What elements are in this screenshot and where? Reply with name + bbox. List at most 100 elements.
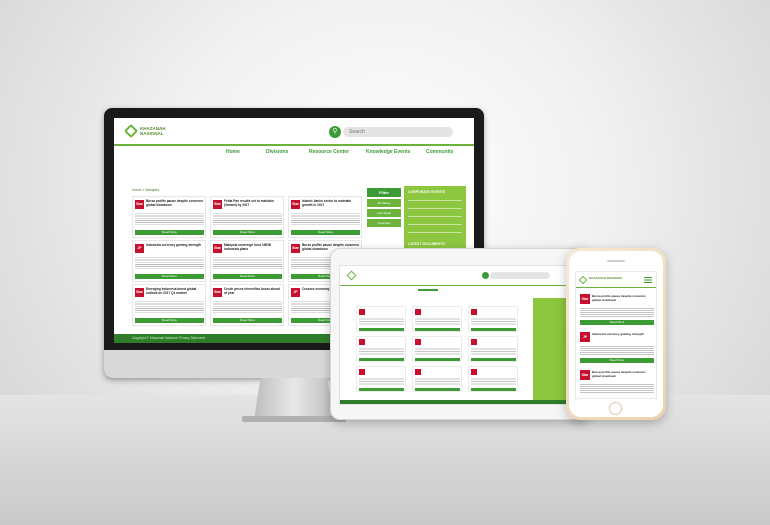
news-card[interactable] — [412, 336, 462, 362]
news-source-badge: Star — [580, 370, 590, 380]
news-source-badge: Star — [291, 200, 300, 209]
news-source-badge — [471, 309, 477, 315]
nav-home[interactable]: Home — [226, 149, 240, 155]
read-more-button[interactable]: Read More — [580, 358, 654, 363]
news-excerpt — [135, 256, 204, 270]
news-excerpt — [359, 317, 404, 326]
read-more-button[interactable]: Read More — [291, 230, 360, 235]
event-row[interactable] — [408, 200, 462, 201]
read-more-button[interactable] — [359, 358, 404, 361]
search-bar[interactable] — [482, 272, 550, 279]
read-more-button[interactable]: Read More — [135, 230, 204, 235]
nav-active-indicator — [418, 289, 438, 291]
search-icon[interactable] — [482, 272, 489, 279]
news-title[interactable]: Malaysia sovereign fund 1MDB Indonesia p… — [224, 243, 282, 251]
news-excerpt — [415, 317, 460, 326]
news-card[interactable]: Star Emerging Indonesia boost global out… — [132, 284, 206, 326]
news-card[interactable] — [356, 366, 406, 392]
read-more-button[interactable] — [359, 388, 404, 391]
imac-stand — [254, 378, 334, 420]
event-row[interactable] — [408, 216, 462, 217]
news-title[interactable]: Emerging Indonesia boost global outlook … — [146, 287, 204, 295]
news-card[interactable]: JP Indonesia currency gaining strength R… — [132, 240, 206, 282]
search-icon[interactable]: ⚲ — [329, 126, 341, 138]
news-source-badge: JP — [291, 288, 300, 297]
nav-divisions[interactable]: Divisions — [266, 149, 288, 155]
filter-option[interactable]: All Status — [367, 199, 401, 207]
news-card[interactable] — [468, 366, 518, 392]
news-card[interactable]: Star Felda Pan results set to maintain (… — [210, 196, 284, 238]
news-card[interactable]: Star Islamic banks sector to maintain gr… — [288, 196, 362, 238]
news-source-badge: Star — [135, 288, 144, 297]
read-more-button[interactable] — [415, 388, 460, 391]
news-card[interactable] — [412, 366, 462, 392]
filter-option[interactable]: Yesterday — [367, 219, 401, 227]
phone-home-button[interactable] — [609, 402, 622, 415]
read-more-button[interactable] — [415, 358, 460, 361]
filter-option[interactable]: Last Week — [367, 209, 401, 217]
news-title[interactable]: Bursa profits pause despite concerns glo… — [592, 294, 654, 302]
read-more-button[interactable] — [471, 358, 516, 361]
read-more-button[interactable] — [415, 328, 460, 331]
filter-panel: Filter All Status Last Week Yesterday — [367, 188, 401, 227]
event-row[interactable] — [408, 224, 462, 225]
read-more-button[interactable]: Read More — [213, 274, 282, 279]
news-card[interactable]: Star Malaysia sovereign fund 1MDB Indone… — [210, 240, 284, 282]
news-source-badge — [415, 339, 421, 345]
news-excerpt — [135, 300, 204, 314]
filter-button[interactable]: Filter — [367, 188, 401, 197]
news-title[interactable]: Islamic banks sector to maintain growth … — [302, 199, 360, 207]
news-excerpt — [471, 347, 516, 356]
news-source-badge: Star — [291, 244, 300, 253]
event-row[interactable] — [408, 232, 462, 233]
news-source-badge: Star — [135, 200, 144, 209]
news-card[interactable] — [468, 306, 518, 332]
news-excerpt — [291, 212, 360, 226]
search-input[interactable] — [343, 127, 453, 137]
nav-knowledge-events[interactable]: Knowledge Events — [366, 149, 410, 155]
logo-text[interactable]: KHAZANAH NASIONAL — [140, 126, 180, 136]
news-title[interactable]: Bursa profits pause despite concerns glo… — [592, 370, 654, 378]
news-card[interactable] — [356, 336, 406, 362]
news-title[interactable]: Bursa profits pause despite concerns glo… — [146, 199, 204, 207]
news-card[interactable] — [468, 336, 518, 362]
phone-speaker — [607, 260, 625, 262]
news-source-badge — [359, 309, 365, 315]
news-card[interactable]: Star Bursa profits pause despite concern… — [580, 294, 654, 330]
news-card[interactable] — [412, 306, 462, 332]
read-more-button[interactable] — [359, 328, 404, 331]
read-more-button[interactable]: Read More — [213, 230, 282, 235]
read-more-button[interactable]: Read More — [580, 320, 654, 325]
news-title[interactable]: Indonesia currency gaining strength — [146, 243, 204, 248]
news-card[interactable]: Star Bursa profits pause despite concern… — [580, 370, 654, 398]
news-excerpt — [415, 377, 460, 386]
tablet-footer — [340, 400, 568, 404]
news-card[interactable]: Star Bursa profits pause despite concern… — [132, 196, 206, 238]
news-source-badge: Star — [213, 244, 222, 253]
read-more-button[interactable] — [471, 328, 516, 331]
logo-text[interactable]: KHAZANAH NASIONAL — [589, 276, 623, 280]
breadcrumb[interactable]: Home > Malaysia — [132, 188, 159, 192]
read-more-button[interactable]: Read More — [213, 318, 282, 323]
read-more-button[interactable]: Read More — [135, 318, 204, 323]
logo-icon[interactable] — [346, 270, 357, 281]
news-excerpt — [415, 347, 460, 356]
read-more-button[interactable] — [471, 388, 516, 391]
logo-icon[interactable] — [123, 123, 139, 139]
hamburger-menu-icon[interactable] — [644, 277, 652, 283]
news-source-badge: Star — [580, 294, 590, 304]
news-source-badge — [359, 339, 365, 345]
event-row[interactable] — [408, 208, 462, 209]
nav-community[interactable]: Community — [426, 149, 454, 155]
tablet-site-screen — [339, 265, 569, 405]
news-card[interactable] — [356, 306, 406, 332]
phone-header: KHAZANAH NASIONAL — [576, 272, 656, 288]
news-title[interactable]: Crude prices intensifies boost ahead of … — [224, 287, 282, 295]
news-card[interactable]: JP Indonesia currency gaining strength R… — [580, 332, 654, 368]
logo-icon[interactable] — [578, 275, 588, 285]
news-title[interactable]: Felda Pan results set to maintain (Varia… — [224, 199, 282, 207]
news-card[interactable]: Star Crude prices intensifies boost ahea… — [210, 284, 284, 326]
read-more-button[interactable]: Read More — [135, 274, 204, 279]
nav-resource-center[interactable]: Resource Center — [309, 149, 349, 155]
news-title[interactable]: Indonesia currency gaining strength — [592, 332, 654, 337]
